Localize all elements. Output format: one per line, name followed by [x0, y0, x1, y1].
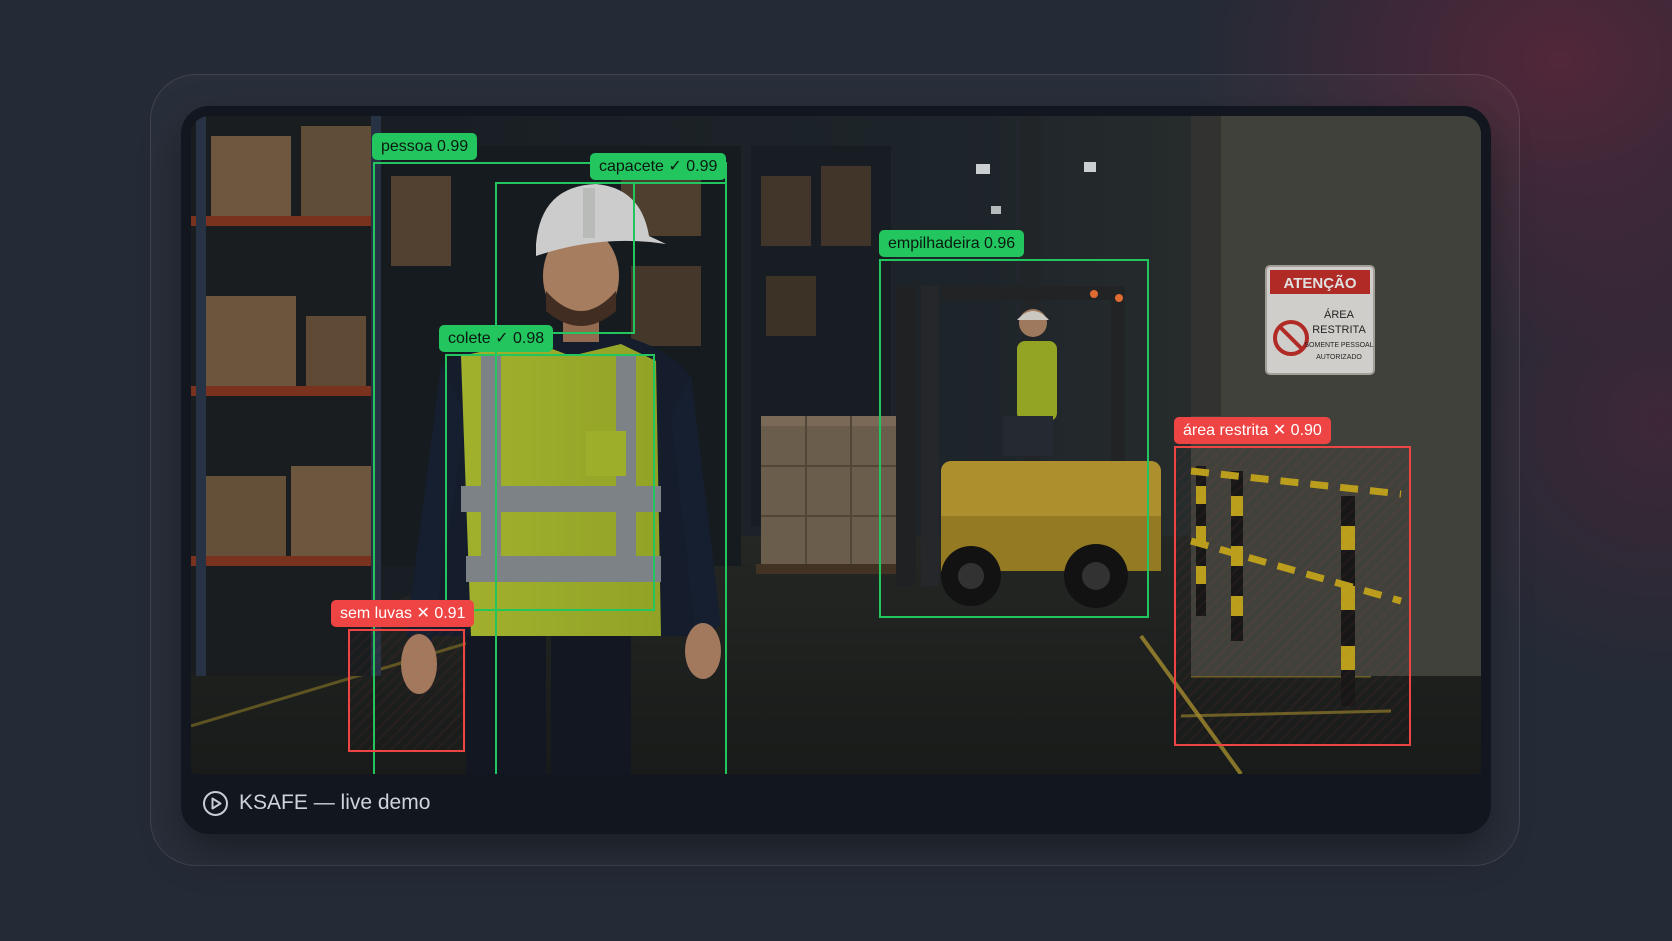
play-icon[interactable]	[202, 790, 229, 817]
tag-area-restrita: área restrita ✕ 0.90	[1174, 417, 1331, 444]
tag-sem-luvas: sem luvas ✕ 0.91	[331, 600, 475, 627]
tag-colete: colete ✓ 0.98	[439, 325, 554, 352]
demo-card: ATENÇÃO ÁREA RESTRITA SOMENTE PESSOAL AU…	[181, 106, 1491, 834]
bbox-colete	[445, 354, 655, 611]
bbox-area-restrita	[1174, 446, 1411, 746]
camera-feed[interactable]: ATENÇÃO ÁREA RESTRITA SOMENTE PESSOAL AU…	[191, 116, 1481, 774]
bbox-empilhadeira	[879, 259, 1149, 618]
bbox-sem-luvas	[348, 629, 465, 752]
tag-capacete: capacete ✓ 0.99	[590, 153, 727, 180]
tag-pessoa: pessoa 0.99	[372, 133, 478, 160]
bbox-capacete	[495, 182, 635, 334]
tag-empilhadeira: empilhadeira 0.96	[879, 230, 1025, 257]
caption-text: KSAFE — live demo	[239, 791, 431, 814]
demo-caption[interactable]: KSAFE — live demo	[202, 788, 430, 818]
